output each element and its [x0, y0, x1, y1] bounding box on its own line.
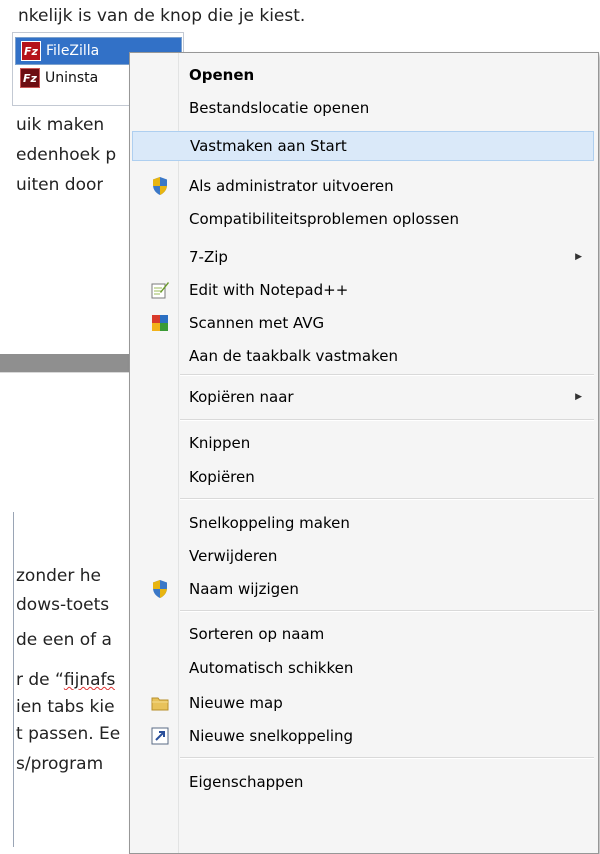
- menu-item-label: Snelkoppeling maken: [189, 514, 350, 532]
- avg-icon: [150, 313, 170, 333]
- menu-item-label: Naam wijzigen: [189, 580, 299, 598]
- menu-separator: [180, 498, 594, 500]
- menu-item-vastmaken-aan-start[interactable]: Vastmaken aan Start: [132, 131, 594, 161]
- filezilla-icon: Fz: [21, 41, 41, 61]
- menu-item-als-administrator-uitvoeren[interactable]: Als administrator uitvoeren: [132, 171, 594, 201]
- doc-text-fragment: dows-toets: [16, 595, 110, 615]
- doc-margin-rule: [13, 512, 14, 847]
- doc-divider: [0, 372, 140, 373]
- menu-item-label: Automatisch schikken: [189, 659, 354, 677]
- submenu-arrow-icon: ▶: [575, 392, 582, 402]
- doc-text-fragment: zonder he: [16, 566, 101, 586]
- menu-item-compatibiliteitsproblemen-oplossen[interactable]: Compatibiliteitsproblemen oplossen: [132, 204, 594, 234]
- menu-item-label: Compatibiliteitsproblemen oplossen: [189, 210, 459, 228]
- menu-item-aan-de-taakbalk-vastmaken[interactable]: Aan de taakbalk vastmaken: [132, 341, 594, 371]
- menu-item-label: Vastmaken aan Start: [190, 137, 347, 155]
- filezilla-uninstall-icon: Fz: [20, 68, 40, 88]
- menu-item-label: Bestandslocatie openen: [189, 99, 370, 117]
- uac-shield-icon: [150, 176, 170, 196]
- menu-item-label: Knippen: [189, 434, 251, 452]
- menu-item-kopieren[interactable]: Kopiëren: [132, 462, 594, 492]
- menu-item-naam-wijzigen[interactable]: Naam wijzigen: [132, 574, 594, 604]
- menu-item-verwijderen[interactable]: Verwijderen: [132, 541, 594, 571]
- menu-item-label: 7-Zip: [189, 248, 228, 266]
- doc-text-fragment: s/program: [16, 754, 104, 774]
- menu-item-automatisch-schikken[interactable]: Automatisch schikken: [132, 653, 594, 683]
- menu-item-kopieren-naar[interactable]: Kopiëren naar ▶: [132, 382, 594, 412]
- menu-item-label: Edit with Notepad++: [189, 281, 349, 299]
- doc-gray-band: [0, 354, 140, 372]
- doc-text-line: nkelijk is van de knop die je kiest.: [18, 6, 306, 26]
- menu-item-openen[interactable]: Openen: [132, 60, 594, 90]
- doc-text-fragment: r de “fijnafs: [16, 670, 115, 690]
- doc-text-fragment: de een of a: [16, 630, 112, 650]
- menu-item-label: Kopiëren naar: [189, 388, 294, 406]
- doc-text-fragment: edenhoek p: [16, 145, 117, 165]
- shortcut-icon: [150, 726, 170, 746]
- menu-item-7-zip[interactable]: 7-Zip ▶: [132, 242, 594, 272]
- menu-separator: [180, 610, 594, 612]
- menu-item-label: Eigenschappen: [189, 773, 304, 791]
- menu-item-bestandslocatie-openen[interactable]: Bestandslocatie openen: [132, 93, 594, 123]
- menu-item-nieuwe-map[interactable]: Nieuwe map: [132, 688, 594, 718]
- doc-text-fragment-part: r de “: [16, 670, 64, 690]
- doc-text-fragment: uik maken: [16, 115, 105, 135]
- menu-item-label: Kopiëren: [189, 468, 255, 486]
- menu-item-label: Sorteren op naam: [189, 625, 325, 643]
- start-item-label: Uninsta: [45, 70, 99, 86]
- menu-item-label: Nieuwe snelkoppeling: [189, 727, 354, 745]
- context-menu: Openen Bestandslocatie openen Vastmaken …: [129, 52, 599, 854]
- start-item-label: FileZilla: [46, 43, 100, 59]
- menu-item-scannen-met-avg[interactable]: Scannen met AVG: [132, 308, 594, 338]
- doc-text-fragment: t passen. Ee: [16, 724, 121, 744]
- menu-separator: [180, 374, 594, 376]
- menu-item-edit-with-notepad[interactable]: Edit with Notepad++: [132, 275, 594, 305]
- notepad-plus-plus-icon: [150, 280, 170, 300]
- menu-item-label: Openen: [189, 66, 255, 84]
- menu-item-nieuwe-snelkoppeling[interactable]: Nieuwe snelkoppeling: [132, 721, 594, 751]
- menu-item-knippen[interactable]: Knippen: [132, 428, 594, 458]
- menu-separator: [180, 419, 594, 421]
- menu-item-eigenschappen[interactable]: Eigenschappen: [132, 767, 594, 797]
- menu-item-label: Verwijderen: [189, 547, 278, 565]
- menu-separator: [180, 757, 594, 759]
- menu-item-label: Als administrator uitvoeren: [189, 177, 394, 195]
- menu-item-sorteren-op-naam[interactable]: Sorteren op naam: [132, 619, 594, 649]
- folder-icon: [150, 693, 170, 713]
- menu-item-label: Nieuwe map: [189, 694, 283, 712]
- menu-item-label: Aan de taakbalk vastmaken: [189, 347, 398, 365]
- doc-text-fragment: uiten door: [16, 175, 104, 195]
- menu-item-snelkoppeling-maken[interactable]: Snelkoppeling maken: [132, 508, 594, 538]
- submenu-arrow-icon: ▶: [575, 252, 582, 262]
- uac-shield-icon: [150, 579, 170, 599]
- doc-text-fragment: ien tabs kie: [16, 697, 115, 717]
- doc-misspelled-word: fijnafs: [63, 670, 116, 690]
- menu-item-label: Scannen met AVG: [189, 314, 325, 332]
